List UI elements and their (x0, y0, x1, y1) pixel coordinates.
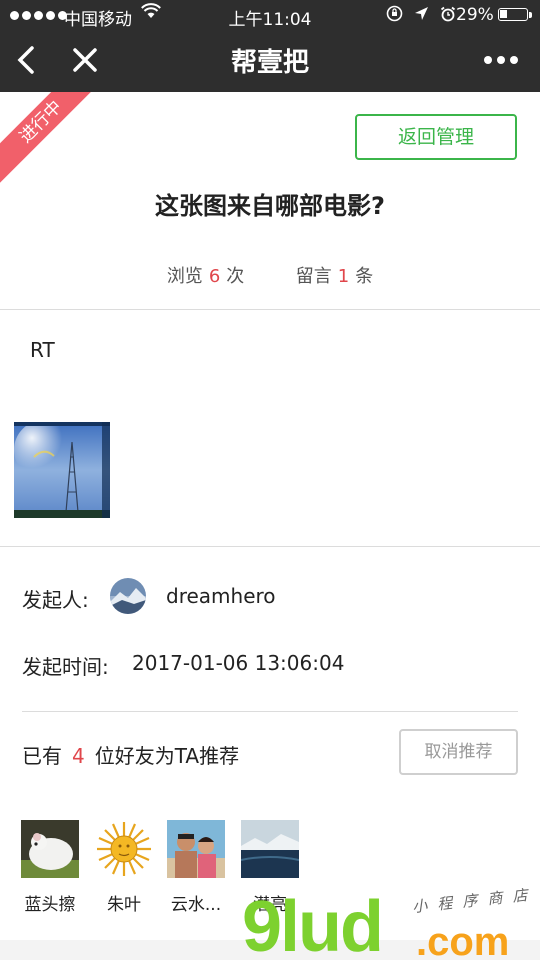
battery-percent: 29% (456, 5, 494, 25)
top-bar: 中国移动 上午11:04 29% 帮壹把 (0, 0, 540, 92)
friend-avatar (241, 820, 299, 878)
friend-name: 云水... (170, 895, 222, 915)
views-label: 浏览 (166, 266, 203, 287)
watermark-main: 9lud (242, 887, 384, 967)
screen-lock-icon (386, 5, 403, 22)
page-title: 帮壹把 (230, 48, 309, 78)
friend-name: 朱叶 (107, 895, 141, 915)
friend-item[interactable]: 蓝头擦 (20, 820, 80, 915)
cancel-recommend-button[interactable]: 取消推荐 (399, 729, 518, 775)
friend-item[interactable]: 云水... (166, 820, 226, 915)
recommend-suffix: 位好友为TA推荐 (94, 744, 240, 768)
comments-unit: 条 (355, 266, 374, 287)
question-image[interactable] (14, 422, 110, 518)
friend-name: 蓝头擦 (24, 895, 76, 915)
comments-count: 1 (337, 266, 350, 287)
avatar[interactable] (110, 578, 146, 614)
initiator-name[interactable]: dreamhero (166, 584, 276, 608)
friend-item[interactable]: 朱叶 (94, 820, 154, 915)
question-content: RT (30, 338, 55, 362)
watermark-domain: .com (416, 920, 510, 964)
divider (0, 546, 540, 547)
ribbon-label: 进行中 (0, 92, 104, 185)
more-icon[interactable] (484, 48, 524, 72)
comments-label: 留言 (295, 266, 332, 287)
start-time-value: 2017-01-06 13:06:04 (132, 651, 345, 675)
battery-icon (498, 8, 528, 21)
alarm-icon (441, 6, 456, 22)
views-count: 6 (208, 266, 221, 287)
question-stats: 浏览 6 次 留言 1 条 (0, 262, 540, 288)
back-to-manage-button[interactable]: 返回管理 (355, 114, 517, 160)
recommend-summary: 已有 4 位好友为TA推荐 (22, 740, 239, 769)
recommend-prefix: 已有 (22, 744, 62, 768)
friend-avatar (21, 820, 79, 878)
initiator-label: 发起人: (22, 588, 89, 612)
divider (0, 309, 540, 310)
question-title: 这张图来自哪部电影? (155, 192, 385, 220)
friend-avatar (95, 820, 153, 878)
watermark-subtitle: 小 程 序 商 店 (411, 886, 532, 917)
status-bar: 中国移动 上午11:04 29% (0, 0, 540, 30)
watermark-logo: 9lud .com 小 程 序 商 店 (242, 886, 531, 968)
friend-avatar (167, 820, 225, 878)
start-time-label: 发起时间: (22, 655, 109, 679)
divider (22, 711, 518, 712)
location-icon (415, 7, 429, 20)
recommend-count: 4 (72, 744, 85, 768)
views-unit: 次 (226, 266, 245, 287)
